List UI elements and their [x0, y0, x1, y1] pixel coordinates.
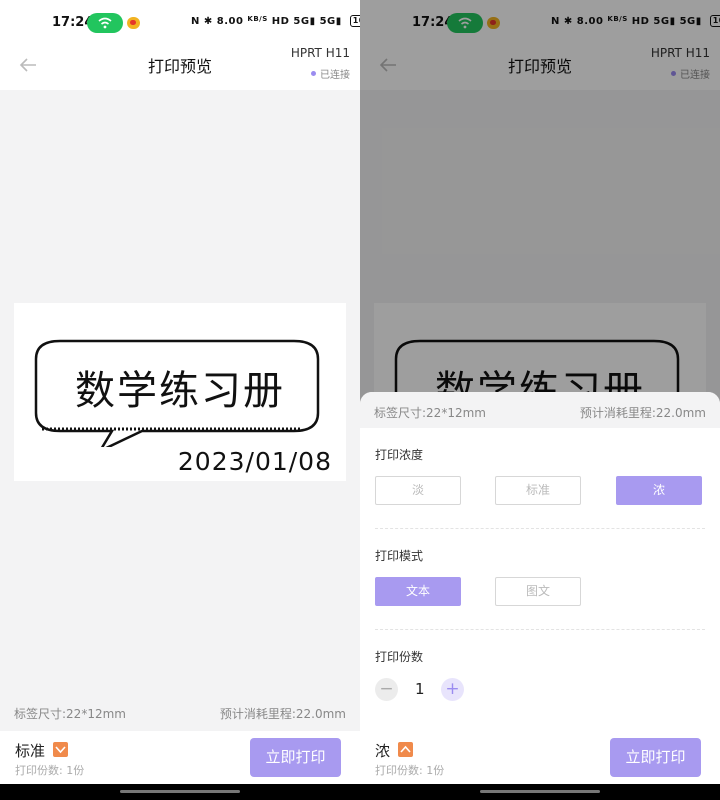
printer-name[interactable]: HPRT H11: [291, 46, 350, 60]
nfc-icon: N: [191, 16, 200, 27]
mode-option-text[interactable]: 文本: [375, 577, 461, 606]
network-speed: 8.00: [216, 16, 244, 27]
home-indicator[interactable]: [480, 790, 600, 793]
print-now-button[interactable]: 立即打印: [610, 738, 701, 777]
print-settings-screen: 17:24 N ✱ 8.00 KB/S HD 5G▮ 5G▮ 100 打印预览 …: [360, 0, 720, 800]
density-mode-label[interactable]: 浓: [375, 740, 390, 761]
label-title: 数学练习册: [75, 368, 285, 414]
label-preview: 数学练习册 2023/01/08: [14, 303, 346, 481]
label-info: 标签尺寸:22*12mm 预计消耗里程:22.0mm: [14, 705, 346, 722]
copies-minus-button[interactable]: −: [375, 678, 398, 701]
weibo-icon: [127, 17, 140, 29]
divider: [375, 528, 705, 529]
print-settings-sheet: 标签尺寸:22*12mm 预计消耗里程:22.0mm 打印浓度 淡 标准 浓 打…: [360, 392, 720, 731]
estimated-usage: 预计消耗里程:22.0mm: [579, 406, 706, 420]
hd-icon: HD: [271, 16, 290, 27]
copies-value: 1: [415, 680, 425, 698]
estimated-usage: 预计消耗里程:22.0mm: [219, 707, 346, 721]
connection-status: 已连接: [311, 66, 350, 81]
network-speed-unit: KB/S: [247, 15, 268, 23]
mode-section-title: 打印模式: [375, 549, 424, 563]
status-dot-icon: [311, 71, 316, 76]
print-preview-screen: 17:24 N ✱ 8.00 KB/S HD 5G▮ 5G▮ 100 打印预览 …: [0, 0, 360, 800]
density-option-dark[interactable]: 浓: [616, 476, 702, 505]
copies-plus-button[interactable]: +: [441, 678, 464, 701]
label-date: 2023/01/08: [177, 447, 332, 476]
label-size: 标签尺寸:22*12mm: [14, 707, 126, 721]
status-bar: 17:24 N ✱ 8.00 KB/S HD 5G▮ 5G▮ 100: [0, 0, 360, 44]
copies-label: 打印份数: 1份: [375, 764, 445, 777]
density-option-standard[interactable]: 标准: [495, 476, 581, 505]
mode-option-image-text[interactable]: 图文: [495, 577, 581, 606]
copies-section-title: 打印份数: [375, 650, 424, 664]
divider: [375, 629, 705, 630]
copies-label: 打印份数: 1份: [15, 764, 85, 777]
density-section-title: 打印浓度: [375, 448, 424, 462]
density-mode-label[interactable]: 标准: [15, 740, 45, 761]
chevron-down-icon[interactable]: [53, 742, 68, 757]
bottom-bar: 标准 打印份数: 1份 立即打印: [0, 731, 360, 784]
signal-5g-icon: 5G: [293, 16, 310, 27]
battery-icon: 100: [349, 15, 360, 27]
bottom-bar-active: 浓 打印份数: 1份 立即打印: [360, 731, 720, 784]
label-info: 标签尺寸:22*12mm 预计消耗里程:22.0mm: [360, 392, 720, 428]
signal-5g-icon-2: 5G: [319, 16, 336, 27]
bluetooth-icon: ✱: [203, 16, 213, 27]
chevron-up-icon[interactable]: [398, 742, 413, 757]
print-now-button[interactable]: 立即打印: [250, 738, 341, 777]
status-icons: N ✱ 8.00 KB/S HD 5G▮ 5G▮ 100: [191, 15, 360, 27]
system-nav-bar: [0, 784, 360, 800]
home-indicator[interactable]: [120, 790, 240, 793]
nav-bar: 打印预览 HPRT H11 已连接: [0, 44, 360, 90]
density-option-light[interactable]: 淡: [375, 476, 461, 505]
label-size: 标签尺寸:22*12mm: [374, 406, 486, 420]
system-nav-bar: [360, 784, 720, 800]
wifi-hotspot-icon: [87, 13, 123, 33]
